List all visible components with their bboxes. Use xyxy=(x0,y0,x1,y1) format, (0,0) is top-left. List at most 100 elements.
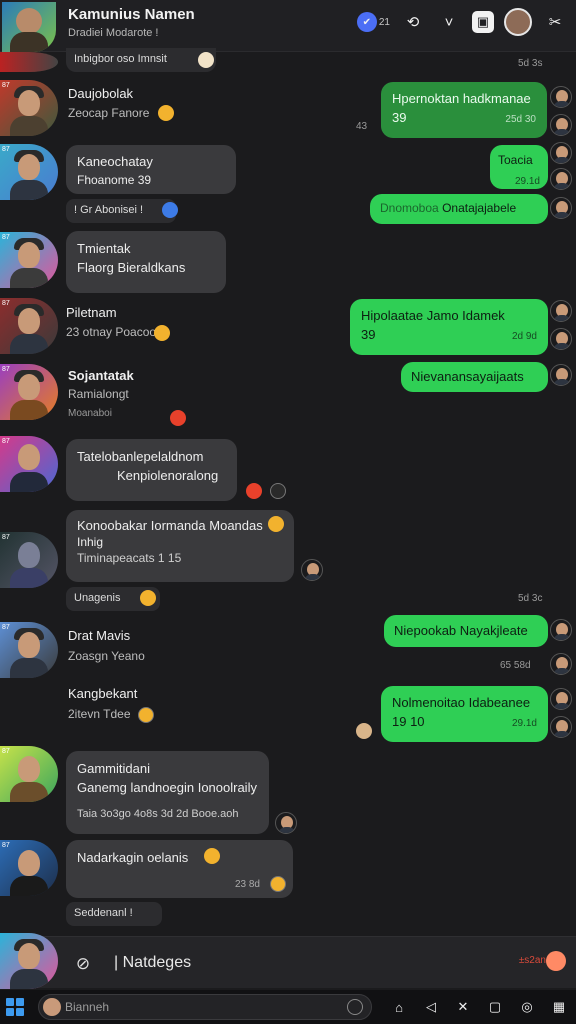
outgoing-message[interactable]: Toacia 29.1d xyxy=(490,145,548,189)
send-hint: ±s2an xyxy=(518,955,546,966)
avatar[interactable]: 87 xyxy=(0,232,58,288)
smile-emoji-icon xyxy=(204,848,220,864)
sticker-icon xyxy=(356,723,372,739)
smile-emoji-icon xyxy=(154,325,170,341)
chevron-down-icon[interactable]: ˅ xyxy=(436,9,462,35)
volume-icon[interactable]: ◁ xyxy=(420,996,442,1018)
read-avatar xyxy=(550,653,572,675)
timestamp: 2d 9d xyxy=(511,331,537,342)
message-text: Nadarkagin oelanis xyxy=(77,850,189,865)
avatar[interactable]: 87 xyxy=(0,364,58,420)
message-text: Fhoanome 39 xyxy=(77,173,152,187)
video-icon[interactable]: ▣ xyxy=(472,11,494,33)
read-avatar xyxy=(550,168,572,190)
sender-name[interactable]: Sojantatak xyxy=(68,368,134,383)
avatar[interactable] xyxy=(0,933,58,989)
incoming-message[interactable]: Konoobakar Iormanda Moandas Inhig Timina… xyxy=(66,510,294,582)
search-icon[interactable]: ⟲ xyxy=(400,9,426,35)
smile-emoji-icon xyxy=(138,707,154,723)
read-avatar xyxy=(550,86,572,108)
timestamp: 5d 3c xyxy=(518,593,543,604)
message-input[interactable]: | Natdeges xyxy=(114,949,414,977)
read-avatar xyxy=(550,300,572,322)
message-text: Toacia xyxy=(498,153,533,167)
attach-icon[interactable]: ⊘ xyxy=(70,951,96,977)
outgoing-message[interactable]: Dnomoboa Onatajajabele xyxy=(370,194,548,224)
grid-icon[interactable]: ▦ xyxy=(548,996,570,1018)
header-count: 21 xyxy=(378,16,390,28)
tools-icon[interactable]: ✕ xyxy=(452,996,474,1018)
message-text: 39 xyxy=(392,110,407,125)
outgoing-message[interactable]: Hipolaatae Jamo Idamek 39 2d 9d xyxy=(350,299,548,355)
avatar[interactable]: 87 xyxy=(0,80,58,136)
sender-name[interactable]: Daujobolak xyxy=(68,86,133,101)
sender-name[interactable]: Drat Mavis xyxy=(68,628,130,643)
message-preview[interactable]: Inbigbor oso Imnsit xyxy=(66,48,216,72)
avatar[interactable]: 87 xyxy=(0,298,58,354)
reaction-icon[interactable] xyxy=(270,483,286,499)
reaction-icon[interactable] xyxy=(170,410,186,426)
reaction-chip[interactable]: ! Gr Abonisei ! xyxy=(66,199,176,223)
taskbar-search[interactable]: Bianneh xyxy=(38,994,372,1020)
avatar[interactable]: 87 xyxy=(0,144,58,200)
read-avatar xyxy=(550,197,572,219)
outgoing-message[interactable]: Nolmenoitao Idabeanee 19 10 29.1d xyxy=(381,686,548,742)
avatar[interactable]: 87 xyxy=(0,436,58,492)
read-avatar xyxy=(550,328,572,350)
smile-emoji-icon xyxy=(268,516,284,532)
reaction-label: Seddenanl ! xyxy=(74,907,133,919)
window-icon[interactable]: ▢ xyxy=(484,996,506,1018)
camera-icon[interactable] xyxy=(347,999,363,1015)
avatar[interactable]: 87 xyxy=(0,532,58,588)
home-icon[interactable]: ⌂ xyxy=(388,996,410,1018)
tools-icon[interactable]: ✂ xyxy=(542,9,568,35)
message-text: Inhig xyxy=(77,535,104,549)
incoming-message[interactable]: Nadarkagin oelanis 23 8d xyxy=(66,840,293,898)
message-text: Flaorg Bieraldkans xyxy=(77,260,186,275)
read-avatar xyxy=(550,688,572,710)
chat-title[interactable]: Kamunius Namen xyxy=(68,6,195,23)
message-text: Zoasgn Yeano xyxy=(68,649,145,663)
timestamp: 29.1d xyxy=(511,718,537,729)
message-text: Ramialongt xyxy=(68,387,129,401)
message-text: Konoobakar Iormanda Moandas xyxy=(77,518,263,533)
avatar[interactable]: 87 xyxy=(0,622,58,678)
message-text: Gammitidani xyxy=(77,761,150,776)
message-text: 39 xyxy=(361,327,376,342)
reaction-label: Unagenis xyxy=(74,592,121,604)
incoming-message[interactable]: Tatelobanlepelaldnom Kenpiolenoralong xyxy=(66,439,237,501)
incoming-message[interactable]: Tmientak Flaorg Bieraldkans xyxy=(66,231,226,293)
read-avatar xyxy=(550,619,572,641)
outgoing-message[interactable]: Hpernoktan hadkmanae 39 25d 30 xyxy=(381,82,547,138)
message-text: Onatajajabele xyxy=(442,201,517,215)
timestamp: 43 xyxy=(356,121,368,132)
smile-emoji-icon xyxy=(158,105,174,121)
camera-icon[interactable]: ◎ xyxy=(516,996,538,1018)
reaction-icon[interactable] xyxy=(246,483,262,499)
avatar[interactable] xyxy=(0,52,58,72)
smile-emoji-icon xyxy=(270,876,286,892)
incoming-message[interactable]: Gammitidani Ganemg landnoegin Ionoolrail… xyxy=(66,751,269,834)
profile-avatar[interactable] xyxy=(504,8,532,36)
read-avatar xyxy=(550,142,572,164)
outgoing-message[interactable]: Nievanansayaijaats xyxy=(401,362,548,392)
avatar[interactable]: 87 xyxy=(0,746,58,802)
read-avatar xyxy=(550,716,572,738)
send-icon[interactable] xyxy=(546,951,566,971)
outgoing-message[interactable]: Niepookab Nayakjleate xyxy=(384,615,548,647)
chat-avatar[interactable] xyxy=(2,2,56,52)
message-text: Taia 3o3go 4o8s 3d 2d Booe.aoh xyxy=(77,808,239,820)
read-avatar xyxy=(550,364,572,386)
timestamp: 29.1d xyxy=(514,176,540,187)
reaction-label: ! Gr Abonisei ! xyxy=(74,204,144,216)
avatar[interactable]: 87 xyxy=(0,840,58,896)
read-avatar xyxy=(550,114,572,136)
sender-name[interactable]: Kangbekant xyxy=(68,686,137,701)
sender-name[interactable]: Piletnam xyxy=(66,305,117,320)
reaction-icon[interactable] xyxy=(162,202,178,218)
info-icon[interactable]: ✔ xyxy=(356,12,377,32)
preview-text: Inbigbor oso Imnsit xyxy=(74,53,167,65)
start-icon[interactable] xyxy=(6,998,24,1016)
incoming-message[interactable]: Kaneochatay Fhoanome 39 xyxy=(66,145,236,194)
reaction-chip[interactable]: Seddenanl ! xyxy=(66,902,162,926)
